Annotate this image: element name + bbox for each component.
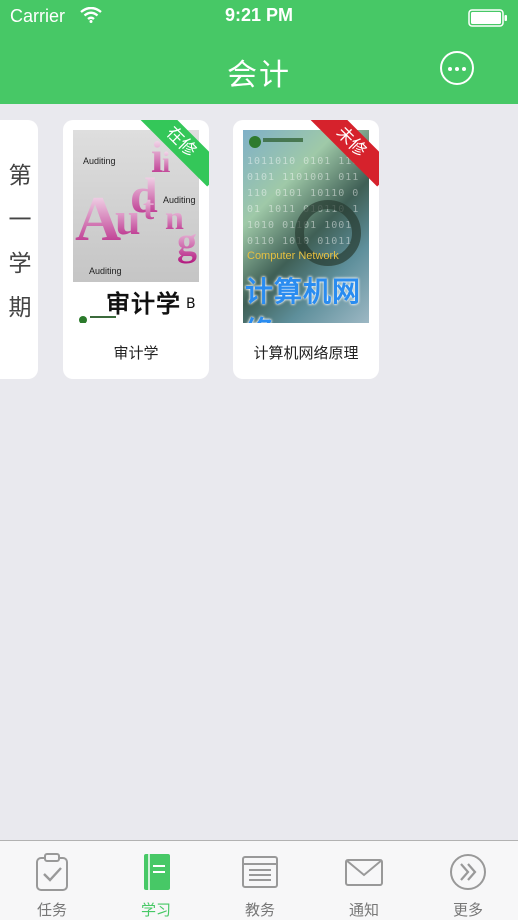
cover-word: Auditing <box>83 156 116 166</box>
battery-icon <box>468 9 507 27</box>
cover-subtitle: Computer Network <box>247 250 339 262</box>
window-icon <box>242 856 278 888</box>
tab-label: 教务 <box>244 901 275 919</box>
tab-study[interactable]: 学习 <box>104 841 208 920</box>
tab-tasks[interactable]: 任务 <box>0 841 104 920</box>
tab-label: 学习 <box>140 901 171 919</box>
semester-tab[interactable]: 第一学期 <box>0 120 38 379</box>
cover-title: 审计学 <box>106 290 181 318</box>
status-time: 9:21 PM <box>224 5 294 25</box>
course-name: 审计学 <box>113 344 159 362</box>
status-bar: Carrier 9:21 PM <box>0 0 518 34</box>
cover-edition: B <box>186 296 196 312</box>
envelope-icon <box>345 859 383 886</box>
more-options-button[interactable] <box>440 51 474 85</box>
tab-bar: 任务 学习 教务 通知 更多 <box>0 840 518 920</box>
tab-label: 任务 <box>36 901 67 919</box>
course-name: 计算机网络原理 <box>253 344 359 362</box>
clipboard-icon <box>36 853 68 891</box>
double-chevron-icon <box>450 854 486 890</box>
header: Carrier 9:21 PM 会计 <box>0 0 518 104</box>
tab-academic-affairs[interactable]: 教务 <box>208 841 312 920</box>
tab-notifications[interactable]: 通知 <box>312 841 416 920</box>
book-icon <box>144 854 170 890</box>
more-icon <box>448 67 452 71</box>
tab-label: 通知 <box>348 901 379 919</box>
school-logo <box>249 136 261 148</box>
school-logo <box>79 316 87 323</box>
tab-label: 更多 <box>452 901 483 919</box>
course-card-computer-network[interactable]: 1011010 0101 110 0101 1101001 011 110 01… <box>233 120 379 379</box>
course-card-auditing[interactable]: Auditing Auditing Auditing A u d i t i n… <box>63 120 209 379</box>
cover-title: 计算机网络 <box>245 275 362 323</box>
semester-label: 第一学期 <box>8 163 32 321</box>
tab-more[interactable]: 更多 <box>416 841 518 920</box>
